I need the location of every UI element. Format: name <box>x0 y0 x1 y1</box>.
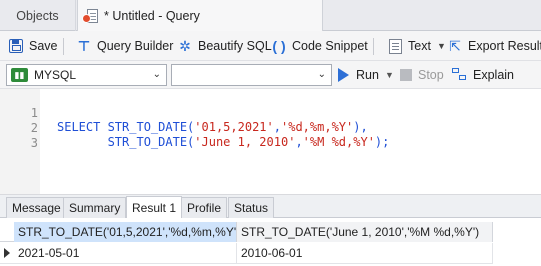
tab-summary[interactable]: Summary <box>63 197 127 218</box>
sql-string: '%M %d,%Y' <box>302 135 375 149</box>
current-row-indicator <box>0 243 14 263</box>
save-button[interactable]: Save <box>8 31 58 61</box>
column-header-label: STR_TO_DATE('01,5,2021','%d,%m,%Y') <box>18 225 237 239</box>
grid-header: STR_TO_DATE('01,5,2021','%d,%m,%Y') STR_… <box>0 222 493 242</box>
code-line: 2 STR_TO_DATE('June 1, 2010','%M %d,%Y')… <box>0 107 390 149</box>
chevron-down-icon: ▼ <box>436 41 446 51</box>
cell-value: 2021-05-01 <box>18 246 80 260</box>
column-header-label: STR_TO_DATE('June 1, 2010','%M %d,%Y') <box>241 225 480 239</box>
run-button[interactable]: Run ▼ <box>338 61 394 89</box>
explain-icon <box>452 68 468 82</box>
explain-label: Explain <box>473 68 514 82</box>
code-line: 3 <box>0 122 43 150</box>
tab-result-1-label: Result 1 <box>132 200 177 215</box>
braces-icon: ( ) <box>272 38 286 54</box>
tab-profile[interactable]: Profile <box>181 197 228 218</box>
export-label: Export Result <box>468 39 541 53</box>
run-label: Run <box>356 68 379 82</box>
explain-button[interactable]: Explain <box>452 61 514 89</box>
sql-string: '%d,%m,%Y' <box>281 120 354 134</box>
sql-function: STR_TO_DATE( <box>107 120 195 134</box>
result-tab-bar: Message Summary Result 1 Profile Status <box>0 195 541 218</box>
row-divider <box>0 263 493 264</box>
magic-wand-icon: ✲ <box>179 38 191 54</box>
tab-message[interactable]: Message <box>6 197 67 218</box>
sql-punctuation: ), <box>353 120 368 134</box>
save-icon <box>8 38 24 54</box>
tab-query-label: * Untitled - Query <box>104 9 200 23</box>
sql-keyword: SELECT <box>57 120 108 134</box>
save-label: Save <box>29 39 58 53</box>
tab-message-label: Message <box>12 201 61 215</box>
text-label: Text <box>408 39 431 53</box>
tab-bar: Objects * Untitled - Query <box>0 0 541 32</box>
connection-value: MYSQL <box>34 68 77 82</box>
stop-label: Stop <box>418 68 444 82</box>
export-result-button[interactable]: ⇱ Export Result <box>447 31 541 61</box>
row-pointer-icon <box>4 248 10 258</box>
connection-bar: ▮▮ MYSQL ⌄ ⌄ Run ▼ Stop Explain <box>0 61 541 89</box>
query-file-icon <box>82 7 100 25</box>
query-window: Objects * Untitled - Query Save ⊤ Query … <box>0 0 541 266</box>
tab-untitled-query[interactable]: * Untitled - Query <box>77 0 323 32</box>
toolbar-divider <box>63 38 64 55</box>
code-line: 1 SELECT STR_TO_DATE('01,5,2021','%d,%m,… <box>0 92 368 134</box>
sql-editor[interactable]: 1 SELECT STR_TO_DATE('01,5,2021','%d,%m,… <box>0 89 541 194</box>
document-icon <box>387 38 403 54</box>
tab-objects-label: Objects <box>16 8 59 23</box>
tab-profile-label: Profile <box>187 201 222 215</box>
sql-indent <box>57 135 108 149</box>
table-cell[interactable]: 2021-05-01 <box>14 243 237 263</box>
chevron-down-icon: ⌄ <box>152 69 161 80</box>
table-cell[interactable]: 2010-06-01 <box>237 243 493 263</box>
toolbar-divider <box>373 38 374 55</box>
stop-button[interactable]: Stop <box>400 61 444 89</box>
sql-comma: , <box>295 135 303 149</box>
query-builder-button[interactable]: ⊤ Query Builder <box>76 31 174 61</box>
cell-value: 2010-06-01 <box>241 246 303 260</box>
tab-summary-label: Summary <box>69 201 121 215</box>
tab-status-label: Status <box>234 201 269 215</box>
play-icon <box>338 68 349 82</box>
tab-status[interactable]: Status <box>228 197 275 218</box>
result-grid[interactable]: STR_TO_DATE('01,5,2021','%d,%m,%Y') STR_… <box>0 219 541 266</box>
column-header[interactable]: STR_TO_DATE('01,5,2021','%d,%m,%Y') <box>14 222 237 242</box>
query-builder-icon: ⊤ <box>77 38 91 54</box>
code-snippet-button[interactable]: ( ) Code Snippet <box>271 31 368 61</box>
text-button[interactable]: Text ▼ <box>387 31 446 61</box>
export-icon: ⇱ <box>449 38 461 54</box>
sql-punctuation: ); <box>374 135 390 149</box>
beautify-sql-button[interactable]: ✲ Beautify SQL <box>177 31 272 61</box>
sql-function: STR_TO_DATE( <box>107 135 195 149</box>
toolbar: Save ⊤ Query Builder ✲ Beautify SQL ( ) … <box>0 31 541 61</box>
sql-string: 'June 1, 2010' <box>194 135 296 149</box>
connection-select[interactable]: ▮▮ MYSQL ⌄ <box>6 64 167 86</box>
snippet-label: Code Snippet <box>292 39 368 53</box>
tab-result-1[interactable]: Result 1 <box>126 196 183 218</box>
sql-string: '01,5,2021' <box>194 120 274 134</box>
query-builder-label: Query Builder <box>97 39 174 53</box>
tab-objects[interactable]: Objects <box>0 0 76 31</box>
database-select[interactable]: ⌄ <box>171 64 332 86</box>
chevron-down-icon[interactable]: ▼ <box>385 70 394 80</box>
line-number: 3 <box>30 136 38 150</box>
chevron-down-icon: ⌄ <box>317 69 326 80</box>
beautify-label: Beautify SQL <box>198 39 272 53</box>
sql-comma: , <box>273 120 281 134</box>
mysql-connection-icon: ▮▮ <box>11 68 28 82</box>
stop-icon <box>400 69 412 81</box>
column-header[interactable]: STR_TO_DATE('June 1, 2010','%M %d,%Y') <box>237 222 493 242</box>
